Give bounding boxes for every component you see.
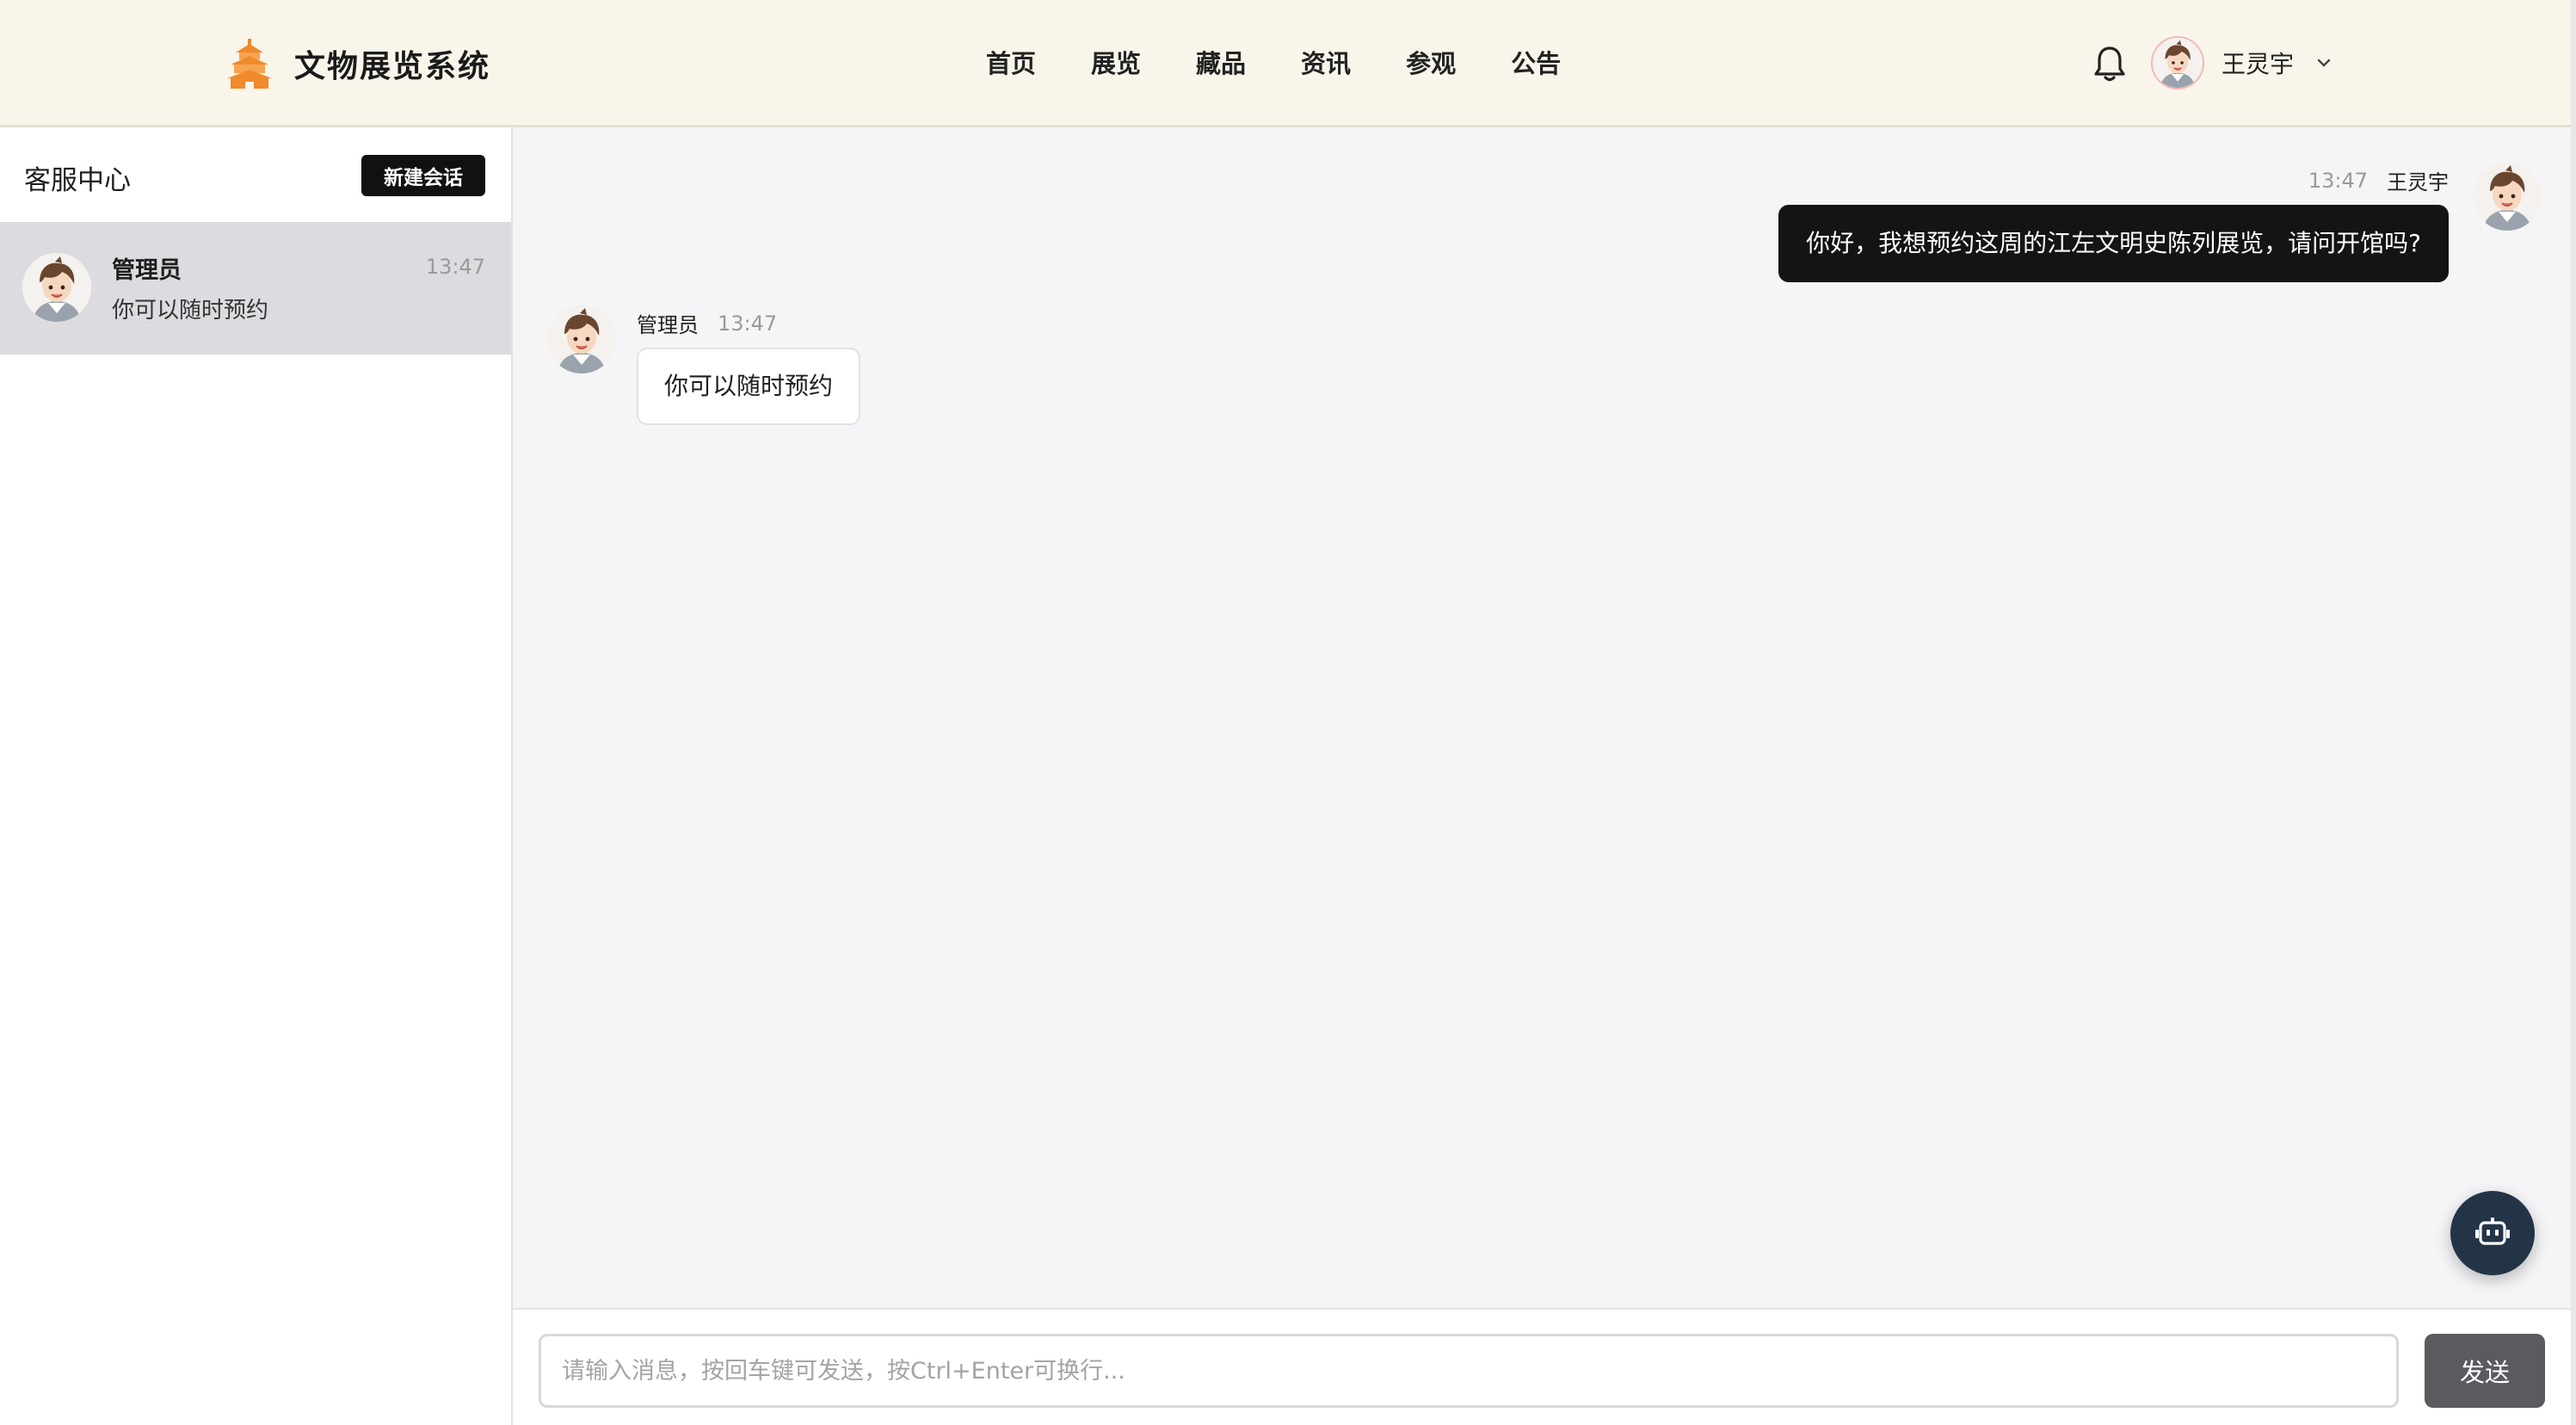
nav-item-exhibitions[interactable]: 展览 (1091, 43, 1141, 84)
message-meta: 13:47 王灵宇 (2308, 165, 2449, 195)
message-sender: 王灵宇 (2387, 170, 2449, 194)
avatar (2473, 162, 2542, 231)
message-meta: 管理员 13:47 (637, 308, 777, 338)
chevron-down-icon (2317, 59, 2331, 67)
bell-icon[interactable] (2092, 45, 2127, 83)
conversation-preview: 你可以随时预约 (112, 298, 269, 324)
message-composer: 发送 (513, 1308, 2576, 1425)
ai-assistant-button[interactable] (2450, 1191, 2535, 1275)
avatar (2151, 36, 2204, 89)
nav-item-collections[interactable]: 藏品 (1196, 43, 1246, 84)
brand[interactable]: 文物展览系统 (227, 36, 490, 91)
sidebar-title: 客服中心 (24, 165, 131, 196)
nav-item-visit[interactable]: 参观 (1406, 43, 1456, 84)
top-header: 文物展览系统 首页 展览 藏品 资讯 参观 公告 王灵宇 (0, 0, 2576, 127)
new-chat-button[interactable]: 新建会话 (361, 155, 485, 196)
window-edge (2571, 0, 2576, 1425)
user-menu[interactable]: 王灵宇 (2151, 34, 2332, 91)
avatar (547, 305, 616, 373)
message-input[interactable] (539, 1334, 2399, 1408)
message-time: 13:47 (2308, 168, 2368, 193)
conversation-sidebar: 客服中心 新建会话 管理员 13:47 你可以随时预约 (0, 127, 513, 1425)
chat-panel: 13:47 王灵宇 你好，我想预约这周的江左文明史陈列展览，请问开馆吗? 管理员… (513, 127, 2576, 1308)
message-time: 13:47 (718, 311, 778, 336)
send-button[interactable]: 发送 (2425, 1334, 2545, 1408)
nav-item-announcements[interactable]: 公告 (1511, 43, 1561, 84)
received-message-bubble: 你可以随时预约 (637, 348, 861, 425)
message-sender: 管理员 (637, 313, 699, 337)
avatar (22, 253, 91, 322)
nav-item-home[interactable]: 首页 (986, 43, 1036, 84)
conversation-name: 管理员 (112, 257, 182, 284)
brand-name: 文物展览系统 (294, 48, 491, 84)
sent-message-bubble: 你好，我想预约这周的江左文明史陈列展览，请问开馆吗? (1778, 205, 2449, 282)
user-name: 王灵宇 (2222, 50, 2295, 78)
conversation-time: 13:47 (425, 255, 485, 279)
conversation-item[interactable]: 管理员 13:47 你可以随时预约 (0, 222, 511, 355)
main-nav: 首页 展览 藏品 资讯 参观 公告 (986, 43, 1616, 84)
nav-item-news[interactable]: 资讯 (1301, 43, 1351, 84)
pagoda-icon (227, 39, 272, 89)
robot-icon (2475, 1218, 2510, 1245)
